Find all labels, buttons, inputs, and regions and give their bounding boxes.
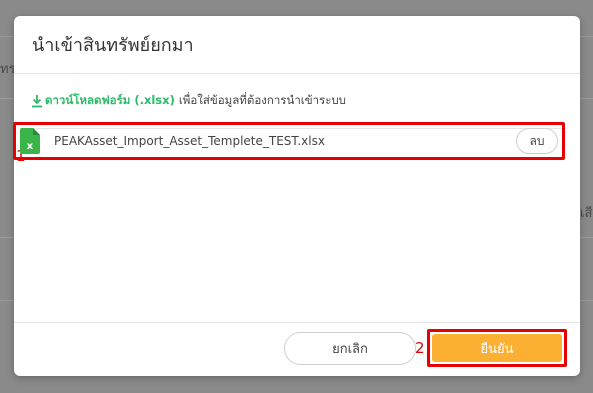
confirm-button[interactable]: ยืนยัน	[432, 334, 562, 362]
import-assets-modal: นำเข้าสินทรัพย์ยกมา ดาวน์โหลดฟอร์ม (.xls…	[14, 16, 580, 376]
modal-body: ดาวน์โหลดฟอร์ม (.xlsx) เพื่อใส่ข้อมูลที่…	[14, 74, 580, 322]
excel-file-icon: x	[20, 128, 40, 154]
modal-footer: ยกเลิก ยืนยัน	[14, 322, 580, 376]
download-row: ดาวน์โหลดฟอร์ม (.xlsx) เพื่อใส่ข้อมูลที่…	[27, 74, 567, 128]
download-link-label: ดาวน์โหลดฟอร์ม (.xlsx)	[45, 93, 175, 107]
modal-header: นำเข้าสินทรัพย์ยกมา	[14, 16, 580, 74]
file-name: PEAKAsset_Import_Asset_Templete_TEST.xls…	[54, 134, 325, 148]
annotation-marker-2: 2	[415, 339, 425, 357]
delete-file-button[interactable]: ลบ	[516, 128, 558, 154]
confirm-highlight: ยืนยัน	[427, 329, 567, 367]
svg-text:x: x	[27, 141, 34, 152]
download-icon	[32, 95, 42, 108]
download-hint: เพื่อใส่ข้อมูลที่ต้องการนำเข้าระบบ	[178, 93, 346, 107]
modal-title: นำเข้าสินทรัพย์ยกมา	[32, 35, 194, 56]
background-text-fragment: เสี	[580, 206, 593, 221]
cancel-button[interactable]: ยกเลิก	[284, 332, 416, 365]
download-template-link[interactable]: ดาวน์โหลดฟอร์ม (.xlsx)	[31, 92, 175, 110]
uploaded-file-row: x PEAKAsset_Import_Asset_Templete_TEST.x…	[13, 122, 565, 160]
